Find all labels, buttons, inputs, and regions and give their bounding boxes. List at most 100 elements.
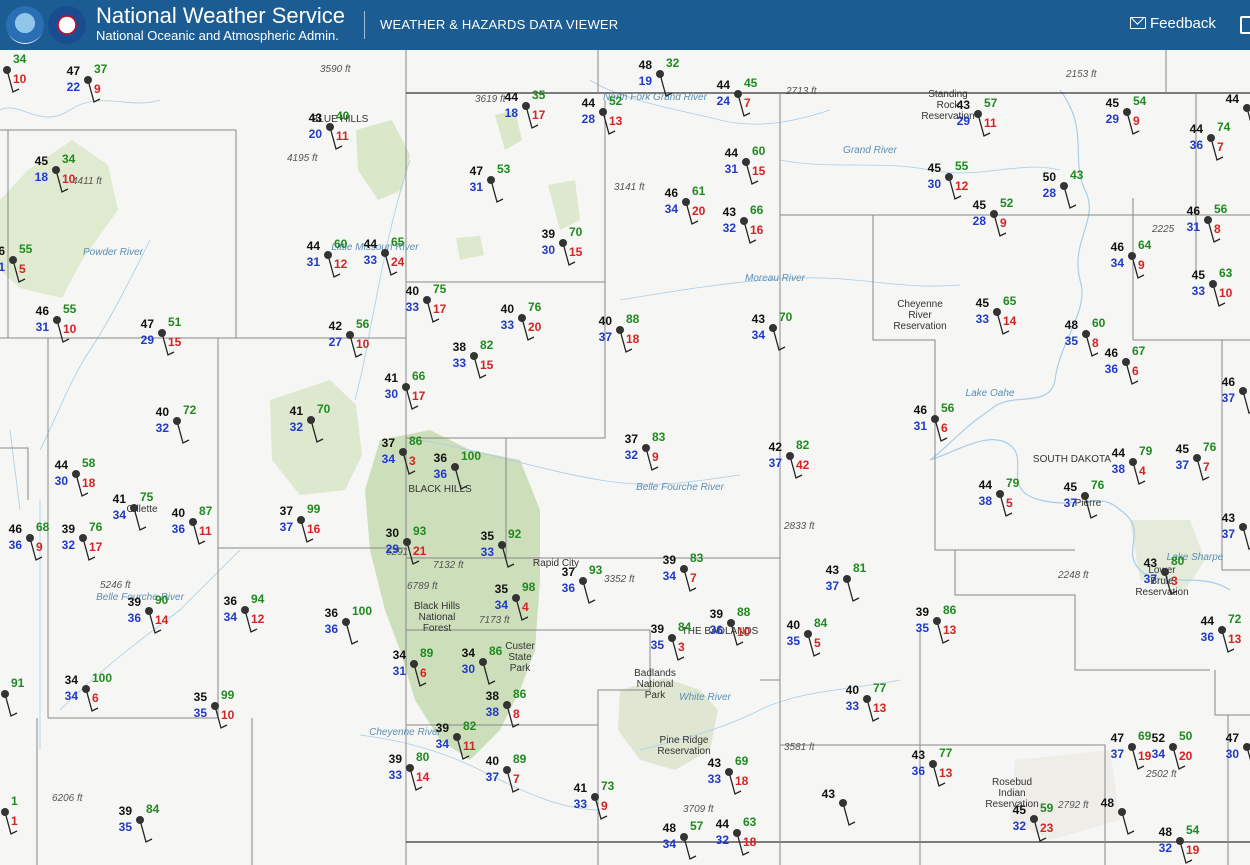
station-dot[interactable] (402, 383, 410, 391)
station-dot[interactable] (933, 617, 941, 625)
station-dot[interactable] (843, 575, 851, 583)
station-dot[interactable] (342, 618, 350, 626)
station-dot[interactable] (512, 594, 520, 602)
station-dot[interactable] (579, 577, 587, 585)
station-dot[interactable] (399, 448, 407, 456)
station-dot[interactable] (1169, 743, 1177, 751)
station-dot[interactable] (451, 463, 459, 471)
station-dot[interactable] (929, 760, 937, 768)
station-dot[interactable] (487, 176, 495, 184)
station-dot[interactable] (189, 518, 197, 526)
station-dot[interactable] (990, 210, 998, 218)
station-dot[interactable] (1082, 330, 1090, 338)
station-dot[interactable] (498, 541, 506, 549)
station-dot[interactable] (996, 490, 1004, 498)
station-dot[interactable] (616, 326, 624, 334)
station-dot[interactable] (931, 415, 939, 423)
station-dot[interactable] (642, 444, 650, 452)
station-dot[interactable] (503, 766, 511, 774)
station-dot[interactable] (786, 452, 794, 460)
station-dot[interactable] (974, 110, 982, 118)
station-dot[interactable] (1128, 252, 1136, 260)
station-dot[interactable] (668, 634, 676, 642)
station-dot[interactable] (591, 793, 599, 801)
station-dot[interactable] (1060, 182, 1068, 190)
weather-map[interactable]: Rapid CityGillettePierreStanding Rock Rese… (0, 50, 1250, 865)
station-dot[interactable] (680, 565, 688, 573)
station-dot[interactable] (1129, 458, 1137, 466)
station-dot[interactable] (945, 173, 953, 181)
station-dot[interactable] (993, 308, 1001, 316)
station-dot[interactable] (136, 816, 144, 824)
app-title[interactable]: National Weather Service (96, 4, 345, 28)
station-dot[interactable] (734, 90, 742, 98)
station-dot[interactable] (406, 764, 414, 772)
station-dot[interactable] (1176, 837, 1184, 845)
station-dot[interactable] (1, 808, 9, 816)
station-dot[interactable] (453, 733, 461, 741)
station-dot[interactable] (839, 799, 847, 807)
noaa-logo[interactable] (6, 6, 44, 44)
station-dot[interactable] (804, 630, 812, 638)
station-dot[interactable] (307, 416, 315, 424)
station-dot[interactable] (72, 470, 80, 478)
station-dot[interactable] (173, 417, 181, 425)
station-dot[interactable] (1218, 626, 1226, 634)
station-dot[interactable] (3, 66, 11, 74)
station-dot[interactable] (1204, 216, 1212, 224)
station-dot[interactable] (1193, 454, 1201, 462)
station-dot[interactable] (84, 76, 92, 84)
station-dot[interactable] (1122, 358, 1130, 366)
station-dot[interactable] (680, 833, 688, 841)
station-dot[interactable] (326, 123, 334, 131)
station-dot[interactable] (470, 352, 478, 360)
station-dot[interactable] (82, 685, 90, 693)
station-dot[interactable] (733, 829, 741, 837)
station-dot[interactable] (9, 256, 17, 264)
station-dot[interactable] (381, 249, 389, 257)
station-dot[interactable] (725, 768, 733, 776)
station-dot[interactable] (1123, 108, 1131, 116)
station-dot[interactable] (656, 70, 664, 78)
station-dot[interactable] (1118, 808, 1126, 816)
station-dot[interactable] (324, 251, 332, 259)
station-dot[interactable] (1209, 280, 1217, 288)
station-dot[interactable] (503, 701, 511, 709)
station-dot[interactable] (410, 660, 418, 668)
station-dot[interactable] (241, 606, 249, 614)
window-icon[interactable] (1240, 16, 1250, 34)
station-dot[interactable] (559, 239, 567, 247)
station-dot[interactable] (479, 658, 487, 666)
station-dot[interactable] (145, 607, 153, 615)
station-dot[interactable] (1081, 492, 1089, 500)
station-dot[interactable] (423, 296, 431, 304)
station-dot[interactable] (158, 329, 166, 337)
station-dot[interactable] (403, 538, 411, 546)
station-dot[interactable] (1239, 523, 1247, 531)
station-dot[interactable] (1030, 815, 1038, 823)
station-dot[interactable] (79, 534, 87, 542)
station-dot[interactable] (727, 619, 735, 627)
station-dot[interactable] (863, 695, 871, 703)
station-dot[interactable] (1207, 134, 1215, 142)
station-dot[interactable] (297, 516, 305, 524)
station-dot[interactable] (26, 534, 34, 542)
station-dot[interactable] (1128, 743, 1136, 751)
station-dot[interactable] (682, 198, 690, 206)
nws-logo[interactable] (48, 6, 86, 44)
feedback-button[interactable]: Feedback (1130, 15, 1216, 32)
station-dot[interactable] (769, 324, 777, 332)
station-dot[interactable] (522, 102, 530, 110)
station-dot[interactable] (1, 690, 9, 698)
station-dot[interactable] (1239, 387, 1247, 395)
station-dot[interactable] (742, 158, 750, 166)
station-dot[interactable] (518, 314, 526, 322)
station-dot[interactable] (53, 316, 61, 324)
station-dot[interactable] (740, 217, 748, 225)
station-dot[interactable] (599, 108, 607, 116)
station-dot[interactable] (1161, 568, 1169, 576)
station-dot[interactable] (52, 166, 60, 174)
station-dot[interactable] (346, 331, 354, 339)
station-dot[interactable] (130, 504, 138, 512)
station-dot[interactable] (211, 702, 219, 710)
